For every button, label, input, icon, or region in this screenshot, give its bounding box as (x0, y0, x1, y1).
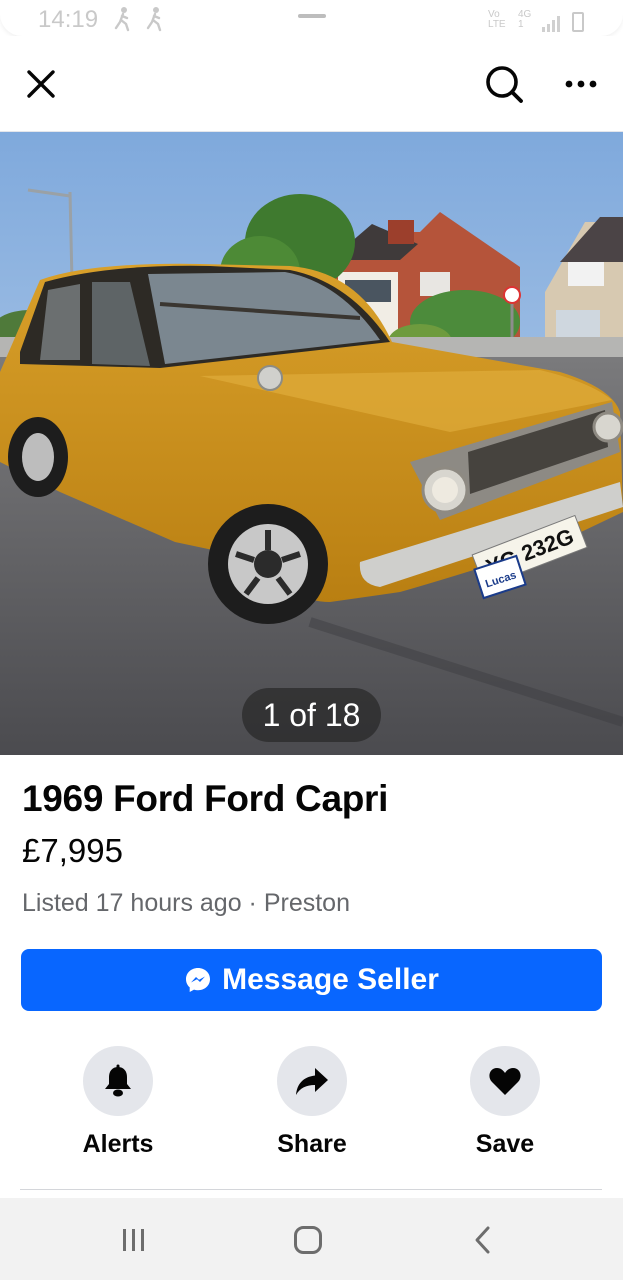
recents-button[interactable] (114, 1220, 154, 1260)
listing-meta[interactable]: Listed 17 hours ago · Preston (22, 889, 350, 918)
share-label: Share (277, 1130, 347, 1158)
network-type: 4G 1 (518, 9, 532, 30)
save-action[interactable]: Save (435, 1046, 575, 1159)
status-bar: 14:19 Vo LTE 4G 1 (0, 0, 623, 36)
more-horizontal-icon (565, 80, 597, 88)
more-options-button[interactable] (561, 64, 601, 104)
car-photo-illustration: YG 232G Lucas (0, 132, 623, 755)
walking-icon (114, 7, 130, 32)
system-nav-bar (0, 1198, 623, 1280)
home-icon (294, 1226, 322, 1254)
listing-price: £7,995 (22, 832, 123, 869)
app-header (0, 36, 623, 132)
close-button[interactable] (21, 64, 61, 104)
photo-counter: 1 of 18 (242, 688, 381, 742)
alerts-button[interactable] (83, 1046, 153, 1116)
listing-title: 1969 Ford Ford Capri (22, 778, 389, 819)
walking-icon (146, 7, 162, 32)
message-seller-label: Message Seller (222, 963, 439, 996)
back-button[interactable] (463, 1220, 503, 1260)
search-icon (486, 66, 523, 103)
battery-icon (572, 12, 584, 32)
save-label: Save (475, 1130, 535, 1158)
close-icon (27, 70, 55, 98)
share-action[interactable]: Share (242, 1046, 382, 1159)
search-button[interactable] (484, 64, 524, 104)
message-seller-button[interactable]: Message Seller (21, 949, 602, 1011)
bell-icon (105, 1064, 131, 1097)
alerts-label: Alerts (82, 1130, 154, 1158)
network-indicator: Vo LTE (488, 9, 506, 30)
alerts-action[interactable]: Alerts (48, 1046, 188, 1159)
divider (20, 1189, 602, 1190)
signal-icon (542, 16, 560, 32)
back-icon (475, 1226, 490, 1254)
listing-photo[interactable]: YG 232G Lucas (0, 132, 623, 755)
heart-icon (489, 1068, 521, 1095)
save-button[interactable] (470, 1046, 540, 1116)
share-button[interactable] (277, 1046, 347, 1116)
notification-handle[interactable] (298, 14, 326, 18)
action-row: Alerts Share Save (0, 1046, 623, 1166)
recents-icon (123, 1229, 144, 1251)
share-arrow-icon (296, 1068, 328, 1095)
home-button[interactable] (288, 1220, 328, 1260)
messenger-icon (186, 968, 211, 992)
status-time: 14:19 (38, 6, 99, 33)
